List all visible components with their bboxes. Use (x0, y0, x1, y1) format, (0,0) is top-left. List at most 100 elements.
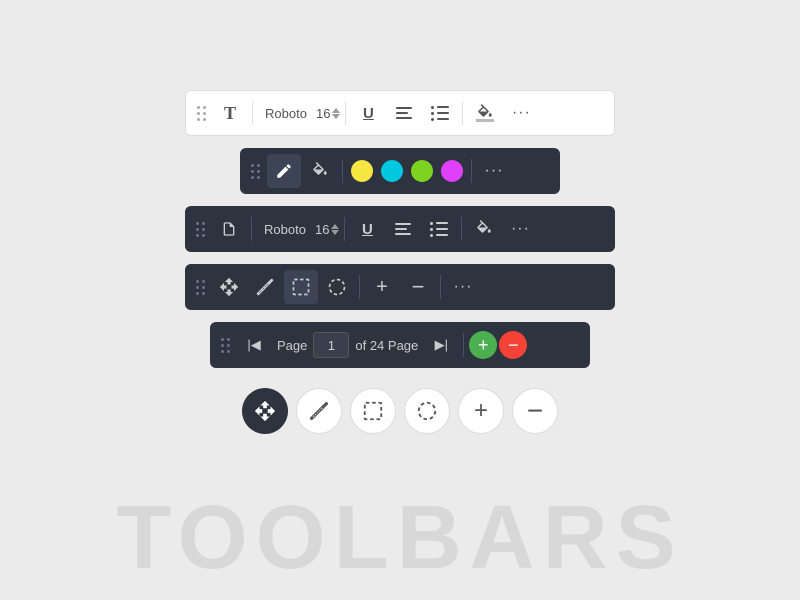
page-zoom-out-button[interactable]: − (499, 331, 527, 359)
font-size-spinner[interactable] (332, 108, 340, 119)
color-pink[interactable] (441, 160, 463, 182)
zoom-in-button[interactable]: + (365, 270, 399, 304)
watermark-text: TOOLBARS (0, 487, 800, 590)
page-number-input[interactable] (313, 332, 349, 358)
pencil-icon (275, 162, 293, 180)
drag-handle-1[interactable] (192, 102, 211, 125)
more-object-button[interactable]: ··· (446, 270, 480, 304)
first-page-button[interactable]: |◀ (237, 328, 271, 362)
zoom-out-button[interactable]: − (401, 270, 435, 304)
size-down-dark[interactable] (331, 230, 339, 235)
color-green[interactable] (411, 160, 433, 182)
select-rect-icon (291, 277, 311, 297)
font-name-dark-label: Roboto (257, 222, 313, 237)
more-options-button-2[interactable]: ··· (477, 154, 511, 188)
align-icon (396, 107, 412, 119)
annotation-fill-icon (311, 162, 329, 180)
select-circle-button[interactable] (320, 270, 354, 304)
move-icon (219, 277, 239, 297)
text-icon: T (224, 103, 236, 124)
ruler-icon (255, 277, 275, 297)
toolbar-object-dark: + − ··· (185, 264, 615, 310)
align-dark-button[interactable] (386, 212, 420, 246)
last-page-button[interactable]: ▶| (424, 328, 458, 362)
minus-icon: − (412, 276, 425, 298)
font-size-dark-control: 16 (315, 222, 339, 237)
divider (463, 333, 464, 357)
drag-handle-2[interactable] (246, 160, 265, 183)
divider (461, 217, 462, 241)
page-zoom-out-icon: − (508, 335, 519, 356)
document-button[interactable] (212, 212, 246, 246)
font-size-dark-spinner[interactable] (331, 224, 339, 235)
ruler-button[interactable] (248, 270, 282, 304)
annotation-fill-button[interactable] (303, 154, 337, 188)
fill-color-button[interactable] (468, 96, 502, 130)
list-dark-icon (430, 222, 448, 237)
divider (462, 101, 463, 125)
size-down-arrow[interactable] (332, 114, 340, 119)
divider (471, 159, 472, 183)
fill-icon (476, 104, 494, 122)
select-rect-button[interactable] (284, 270, 318, 304)
drag-handle-4[interactable] (191, 276, 210, 299)
float-ruler-button[interactable] (296, 388, 342, 434)
page-zoom-in-button[interactable]: + (469, 331, 497, 359)
more-object-icon: ··· (454, 278, 473, 296)
underline-button[interactable]: U (351, 96, 385, 130)
float-minus-button[interactable]: − (512, 388, 558, 434)
divider (252, 101, 253, 125)
document-icon (221, 219, 237, 239)
toolbar-text-dark: Roboto 16 U (185, 206, 615, 252)
more-dark-button[interactable]: ··· (503, 212, 537, 246)
underline-icon: U (363, 105, 374, 122)
underline-dark-icon: U (362, 221, 373, 238)
float-minus-icon: − (527, 397, 543, 425)
float-select-rect-icon (362, 400, 384, 422)
toolbar-annotation-dark: ··· (240, 148, 560, 194)
float-select-circle-button[interactable] (404, 388, 450, 434)
fill-dark-button[interactable] (467, 212, 501, 246)
move-button[interactable] (212, 270, 246, 304)
float-ruler-icon (308, 400, 330, 422)
more-options-button[interactable]: ··· (504, 96, 538, 130)
font-size-control: 16 (316, 106, 340, 121)
plus-icon: + (376, 276, 388, 299)
color-cyan[interactable] (381, 160, 403, 182)
divider (345, 101, 346, 125)
font-size-value: 16 (316, 106, 330, 121)
list-button[interactable] (423, 96, 457, 130)
list-dark-button[interactable] (422, 212, 456, 246)
toolbar-page-dark: |◀ Page of 24 Page ▶| + − (210, 322, 590, 368)
float-select-rect-button[interactable] (350, 388, 396, 434)
float-select-circle-icon (416, 400, 438, 422)
fill-dark-icon (475, 220, 493, 238)
divider (344, 217, 345, 241)
align-button[interactable] (387, 96, 421, 130)
float-move-icon (254, 400, 276, 422)
text-type-button[interactable]: T (213, 96, 247, 130)
page-label: Page (277, 338, 307, 353)
size-up-arrow[interactable] (332, 108, 340, 113)
float-move-button[interactable] (242, 388, 288, 434)
pencil-button[interactable] (267, 154, 301, 188)
divider (251, 217, 252, 241)
font-size-dark-value: 16 (315, 222, 329, 237)
drag-handle-5[interactable] (216, 334, 235, 357)
page-zoom-in-icon: + (478, 335, 489, 356)
page-of-total: of 24 Page (355, 338, 418, 353)
drag-handle-3[interactable] (191, 218, 210, 241)
color-yellow[interactable] (351, 160, 373, 182)
underline-dark-button[interactable]: U (350, 212, 384, 246)
floating-toolbar: + − (242, 388, 558, 434)
align-dark-icon (395, 223, 411, 235)
last-page-icon: ▶| (435, 337, 448, 353)
more-icon-2: ··· (485, 162, 504, 180)
select-circle-icon (327, 277, 347, 297)
more-dark-icon: ··· (511, 220, 530, 238)
divider (440, 275, 441, 299)
float-plus-button[interactable]: + (458, 388, 504, 434)
main-container: T Roboto 16 U (0, 0, 800, 434)
divider (359, 275, 360, 299)
size-up-dark[interactable] (331, 224, 339, 229)
